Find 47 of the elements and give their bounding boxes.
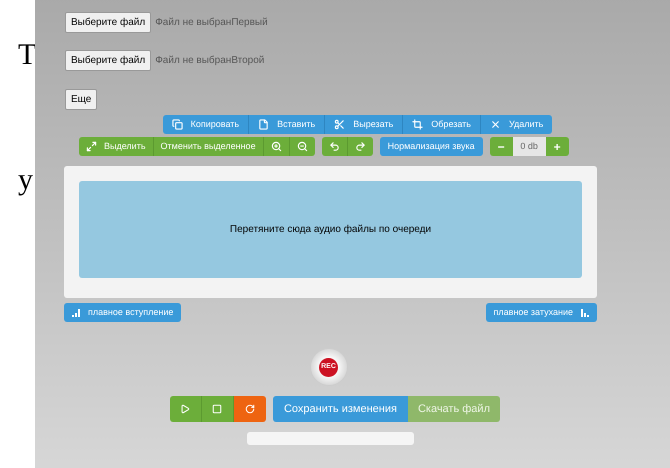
fade-out-button[interactable]: плавное затухание — [486, 303, 597, 322]
gain-value: 0 db — [512, 137, 546, 156]
toolbar-button[interactable]: Копировать — [162, 115, 250, 134]
text-fragment: Т — [18, 40, 36, 70]
redo-icon — [354, 141, 366, 152]
toolbar-button[interactable] — [322, 137, 348, 156]
signal-bars-icon — [579, 308, 589, 316]
toolbar-button[interactable]: Обрезать — [403, 115, 481, 134]
toolbar-button[interactable]: Выделить — [79, 137, 154, 156]
toolbar-button[interactable] — [264, 137, 290, 156]
signal-bars-icon — [72, 308, 82, 316]
file-label: Второй — [231, 54, 264, 68]
fade-in-button[interactable]: плавное вступление — [64, 303, 182, 322]
toolbar-button[interactable] — [290, 137, 315, 156]
normalize-button[interactable]: Нормализация звука — [380, 137, 483, 156]
close-icon — [490, 119, 501, 130]
choose-file-button[interactable]: Выберите файл — [65, 50, 152, 71]
file-status-text: Файл не выбран — [155, 16, 232, 30]
text-fragment: у — [18, 165, 33, 195]
file-label: Первый — [231, 16, 268, 30]
copy-icon — [172, 119, 183, 130]
more-button[interactable]: Еще — [65, 89, 98, 110]
toolbar-button[interactable]: Отменить выделенное — [154, 137, 264, 156]
reload-button[interactable] — [234, 396, 266, 422]
plus-button[interactable]: + — [546, 137, 569, 156]
file-status-text: Файл не выбран — [155, 54, 232, 68]
document-icon — [258, 119, 270, 130]
reload-icon — [244, 404, 255, 414]
play-icon — [180, 404, 190, 414]
stop-button[interactable] — [202, 396, 234, 422]
choose-file-button[interactable]: Выберите файл — [65, 12, 152, 33]
toolbar-button[interactable] — [348, 137, 373, 156]
save-button[interactable]: Сохранить изменения — [272, 396, 408, 422]
drop-zone[interactable]: Перетяните сюда аудио файлы по очереди — [79, 181, 582, 278]
toolbar-button[interactable]: Вырезать — [325, 115, 404, 134]
zoom-in-icon — [270, 141, 282, 152]
expand-icon — [86, 141, 97, 152]
toolbar-button[interactable]: Удалить — [481, 115, 552, 134]
undo-icon — [328, 141, 340, 152]
play-button[interactable] — [170, 396, 202, 422]
toolbar-button[interactable]: Вставить — [249, 115, 326, 134]
drop-zone-text: Перетяните сюда аудио файлы по очереди — [230, 223, 432, 237]
scissors-icon — [334, 119, 346, 130]
zoom-out-icon — [296, 141, 308, 152]
crop-icon — [412, 119, 424, 130]
minus-button[interactable]: − — [490, 137, 513, 156]
stop-icon — [212, 404, 222, 414]
